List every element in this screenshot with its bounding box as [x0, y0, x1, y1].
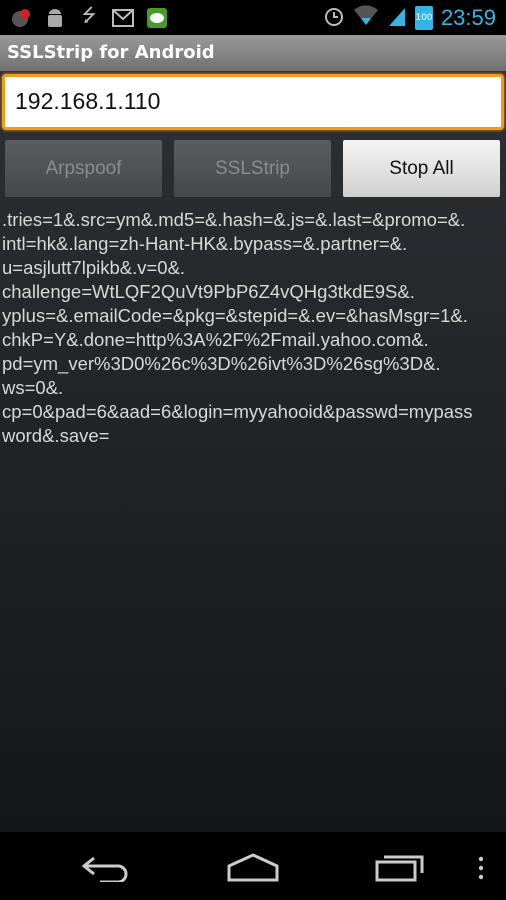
notification-lock-icon [10, 7, 32, 29]
app-title: SSLStrip for Android [7, 42, 215, 63]
sslstrip-button[interactable]: SSLStrip [174, 140, 331, 197]
android-debug-icon [44, 7, 66, 29]
log-line: pd=ym_ver%3D0%26c%3D%26ivt%3D%26sg%3D&. [2, 353, 441, 374]
alarm-icon [323, 5, 345, 31]
log-line: ws=0&. [2, 377, 64, 398]
log-line: challenge=WtLQF2QuVt9PbP6Z4vQHg3tkdE9S&. [2, 281, 415, 302]
clock: 23:59 [440, 4, 496, 30]
wifi-icon [353, 4, 379, 31]
home-button[interactable] [226, 852, 280, 886]
main-content: 192.168.1.110 Arpspoof SSLStrip Stop All… [0, 71, 506, 832]
log-line: word&.save= [2, 425, 110, 446]
gmail-icon [112, 7, 134, 29]
status-bar: ⭍ 100 23:59 [0, 0, 506, 35]
line-app-icon [146, 7, 168, 29]
log-line: chkP=Y&.done=http%3A%2F%2Fmail.yahoo.com… [2, 329, 429, 350]
log-line: .tries=1&.src=ym&.md5=&.hash=&.js=&.last… [2, 209, 466, 230]
log-line: intl=hk&.lang=zh-Hant-HK&.bypass=&.partn… [2, 233, 408, 254]
usb-icon: ⭍ [81, 4, 97, 26]
battery-icon: 100 [414, 5, 433, 30]
log-line: u=asjlutt7lpikb&.v=0&. [2, 257, 186, 278]
back-button[interactable] [80, 852, 134, 886]
log-output: .tries=1&.src=ym&.md5=&.hash=&.js=&.last… [2, 208, 473, 448]
signal-icon [387, 5, 407, 31]
log-line: cp=0&pad=6&aad=6&login=myyahooid&passwd=… [2, 401, 473, 422]
ip-address-input[interactable]: 192.168.1.110 [2, 74, 504, 130]
arpspoof-button[interactable]: Arpspoof [5, 140, 162, 197]
navigation-bar [0, 832, 506, 900]
recent-apps-button[interactable] [374, 852, 428, 886]
app-title-bar: SSLStrip for Android [0, 35, 506, 71]
log-line: yplus=&.emailCode=&pkg=&stepid=&.ev=&has… [2, 305, 468, 326]
stop-all-button[interactable]: Stop All [343, 140, 500, 197]
overflow-menu-button[interactable] [478, 856, 484, 884]
